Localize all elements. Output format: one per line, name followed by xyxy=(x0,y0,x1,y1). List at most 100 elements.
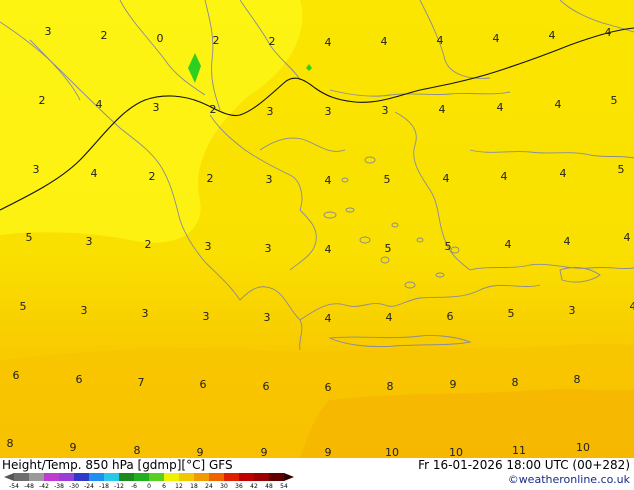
colorbar-right-arrow xyxy=(284,473,294,481)
contour-value-label: 0 xyxy=(157,32,164,45)
contour-value-label: 4 xyxy=(325,174,332,187)
contour-value-label: 4 xyxy=(437,34,444,47)
contour-value-label: 4 xyxy=(605,26,612,39)
contour-value-label: 3 xyxy=(203,310,210,323)
contour-value-label: 10 xyxy=(576,441,590,454)
colorbar-tick-label: -30 xyxy=(69,483,79,490)
contour-value-label: 2 xyxy=(210,103,217,116)
contour-value-label: 4 xyxy=(505,238,512,251)
contour-value-label: 4 xyxy=(624,231,631,244)
chart-title: Height/Temp. 850 hPa [gdmp][°C] GFS xyxy=(2,458,233,472)
footer: Height/Temp. 850 hPa [gdmp][°C] GFS Fr 1… xyxy=(0,458,634,490)
contour-value-label: 3 xyxy=(81,304,88,317)
colorbar-swatch xyxy=(149,473,165,481)
site-credit[interactable]: ©weatheronline.co.uk xyxy=(508,473,630,486)
contour-value-label: 4 xyxy=(564,235,571,248)
colorbar-tick-label: 54 xyxy=(280,483,288,490)
colorbar-tick-label: -42 xyxy=(39,483,49,490)
contour-value-label: 4 xyxy=(630,300,634,313)
contour-value-label: 3 xyxy=(153,101,160,114)
contour-value-label: 4 xyxy=(439,103,446,116)
contour-value-label: 2 xyxy=(269,35,276,48)
colorbar-swatch xyxy=(119,473,135,481)
colorbar-tick-label: 12 xyxy=(175,483,183,490)
contour-value-label: 5 xyxy=(26,231,33,244)
contour-value-label: 3 xyxy=(265,242,272,255)
contour-value-label: 10 xyxy=(449,446,463,458)
colorbar-tick-label: 0 xyxy=(147,483,151,490)
colorbar-swatch xyxy=(224,473,240,481)
colorbar-swatch xyxy=(59,473,75,481)
contour-value-label: 3 xyxy=(264,311,271,324)
contour-value-label: 8 xyxy=(512,376,519,389)
contour-value-label: 9 xyxy=(450,378,457,391)
contour-value-label: 3 xyxy=(267,105,274,118)
colorbar-swatch xyxy=(209,473,225,481)
contour-value-label: 5 xyxy=(20,300,27,313)
colorbar-left-arrow xyxy=(4,473,14,481)
contour-value-label: 5 xyxy=(385,242,392,255)
contour-value-label: 5 xyxy=(508,307,515,320)
contour-value-label: 3 xyxy=(569,304,576,317)
contour-value-label: 4 xyxy=(96,98,103,111)
colorbar-swatch xyxy=(89,473,105,481)
contour-value-label: 7 xyxy=(138,376,145,389)
contour-value-label: 6 xyxy=(325,381,332,394)
colorbar: -54 -48 -42 -38 -30 -24 -18 -12 -6 0 6 12 18 24 30 36 42… xyxy=(4,473,294,490)
contour-value-label: 8 xyxy=(134,444,141,457)
colorbar-tick-label: 42 xyxy=(250,483,258,490)
contour-value-label: 4 xyxy=(549,29,556,42)
colorbar-swatch xyxy=(164,473,180,481)
contour-value-label: 4 xyxy=(325,243,332,256)
contour-value-label: 11 xyxy=(512,444,526,457)
contour-value-label: 6 xyxy=(76,373,83,386)
colorbar-swatch xyxy=(104,473,120,481)
contour-value-label: 4 xyxy=(497,101,504,114)
colorbar-swatch xyxy=(194,473,210,481)
colorbar-tick-label: 6 xyxy=(162,483,166,490)
colorbar-tick-label: 36 xyxy=(235,483,243,490)
colorbar-swatch xyxy=(179,473,195,481)
contour-value-label: 4 xyxy=(493,32,500,45)
contour-value-label: 4 xyxy=(381,35,388,48)
contour-value-label: 3 xyxy=(205,240,212,253)
temperature-map: 3 2 0 2 2 4 4 4 4 4 4 2 4 3 2 3 3 3 4 4 4 5 3 4 2 2 3 4 5 4 4 4 5 5 3 2 3 3 4 5… xyxy=(0,0,634,458)
colorbar-swatch xyxy=(14,473,30,481)
colorbar-tick-label: -24 xyxy=(84,483,94,490)
contour-value-label: 3 xyxy=(33,163,40,176)
contour-value-label: 4 xyxy=(325,36,332,49)
contour-value-label: 8 xyxy=(574,373,581,386)
contour-value-label: 9 xyxy=(197,446,204,458)
contour-value-label: 6 xyxy=(13,369,20,382)
contour-value-label: 5 xyxy=(384,173,391,186)
contour-value-label: 6 xyxy=(263,380,270,393)
colorbar-tick-label: -12 xyxy=(114,483,124,490)
contour-value-label: 10 xyxy=(385,446,399,458)
colorbar-swatch xyxy=(269,473,285,481)
contour-value-label: 4 xyxy=(555,98,562,111)
contour-value-label: 3 xyxy=(86,235,93,248)
contour-value-label: 4 xyxy=(91,167,98,180)
valid-time: Fr 16-01-2026 18:00 UTC (00+282) xyxy=(418,458,630,472)
contour-value-label: 9 xyxy=(261,446,268,458)
colorbar-tick-label: 18 xyxy=(190,483,198,490)
contour-value-label: 4 xyxy=(501,170,508,183)
contour-value-label: 4 xyxy=(386,311,393,324)
contour-value-label: 5 xyxy=(618,163,625,176)
colorbar-swatch xyxy=(44,473,60,481)
contour-value-label: 9 xyxy=(70,441,77,454)
contour-value-label: 5 xyxy=(445,240,452,253)
contour-value-label: 9 xyxy=(325,446,332,458)
colorbar-swatch xyxy=(254,473,270,481)
contour-value-label: 4 xyxy=(560,167,567,180)
colorbar-swatch xyxy=(239,473,255,481)
colorbar-tick-label: -48 xyxy=(24,483,34,490)
contour-value-label: 6 xyxy=(200,378,207,391)
contour-value-label: 2 xyxy=(39,94,46,107)
contour-value-label: 4 xyxy=(325,312,332,325)
contour-value-label: 3 xyxy=(325,105,332,118)
contour-value-label: 3 xyxy=(45,25,52,38)
colorbar-tick-label: -18 xyxy=(99,483,109,490)
contour-value-label: 8 xyxy=(387,380,394,393)
contour-value-label: 6 xyxy=(447,310,454,323)
